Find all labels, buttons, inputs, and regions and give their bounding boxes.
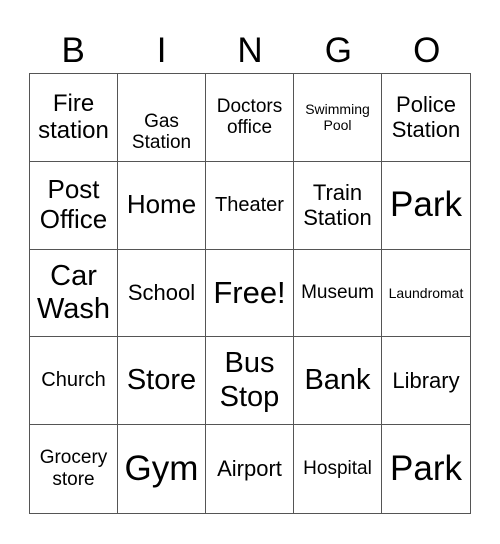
bingo-cell[interactable]: Bank [294,337,382,426]
bingo-cell[interactable]: Fire station [30,74,118,162]
bingo-cell[interactable]: Store [118,337,206,426]
bingo-cell[interactable]: Airport [206,425,294,513]
header-letter-n: N [237,31,263,70]
bingo-cell[interactable]: Home [118,161,206,250]
header-letter-i: I [156,31,167,70]
bingo-cell[interactable]: Bus Stop [206,337,294,426]
bingo-cell[interactable]: Gym [118,425,206,513]
bingo-cell[interactable]: Library [382,337,470,426]
bingo-cell[interactable]: Gas Station [118,74,206,162]
header-letter-b: B [61,31,85,70]
bingo-header: B I N G O [29,30,471,72]
bingo-cell[interactable]: Museum [294,249,382,338]
bingo-grid: Fire station Gas Station Doctors office … [29,73,471,514]
header-letter-o: O [413,31,441,70]
bingo-cell[interactable]: Train Station [294,161,382,250]
free-space-cell[interactable]: Free! [206,249,294,338]
bingo-cell[interactable]: Park [382,425,470,513]
bingo-cell[interactable]: Post Office [30,161,118,250]
bingo-cell[interactable]: Church [30,337,118,426]
bingo-cell[interactable]: School [118,249,206,338]
bingo-cell[interactable]: Police Station [382,74,470,162]
header-letter-g: G [324,31,352,70]
bingo-cell[interactable]: Grocery store [30,425,118,513]
bingo-cell[interactable]: Car Wash [30,249,118,338]
bingo-cell[interactable]: Park [382,162,470,250]
bingo-cell[interactable]: Swimming Pool [294,74,382,162]
bingo-cell[interactable]: Hospital [294,425,382,513]
bingo-cell[interactable]: Laundromat [382,250,470,338]
bingo-cell[interactable]: Theater [206,161,294,250]
bingo-cell[interactable]: Doctors office [206,74,294,162]
